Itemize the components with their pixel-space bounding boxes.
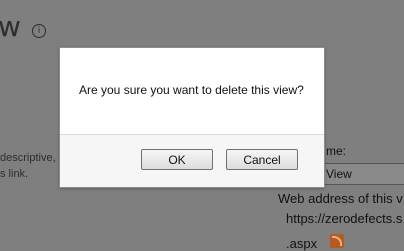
web-address-url: https://zerodefects.s [286,211,403,226]
rss-icon[interactable] [330,234,344,248]
cancel-button[interactable]: Cancel [226,149,298,170]
web-address-suffix: .aspx [286,236,318,251]
description-line: descriptive, [0,152,56,164]
dialog-body: Are you sure you want to delete this vie… [60,48,324,134]
web-address-label: Web address of this v [278,191,403,206]
info-icon[interactable]: i [32,24,46,38]
dialog-divider [60,134,324,135]
description-text: descriptive, s link. [0,150,56,182]
ok-button[interactable]: OK [141,149,213,170]
description-line: s link. [0,168,29,180]
view-name-value: View [326,167,352,181]
page-title: w [0,10,21,43]
dialog-message: Are you sure you want to delete this vie… [79,83,304,97]
view-name-input[interactable]: View [324,163,404,185]
view-name-label: me: [326,144,347,158]
delete-view-dialog: Are you sure you want to delete this vie… [59,47,325,188]
